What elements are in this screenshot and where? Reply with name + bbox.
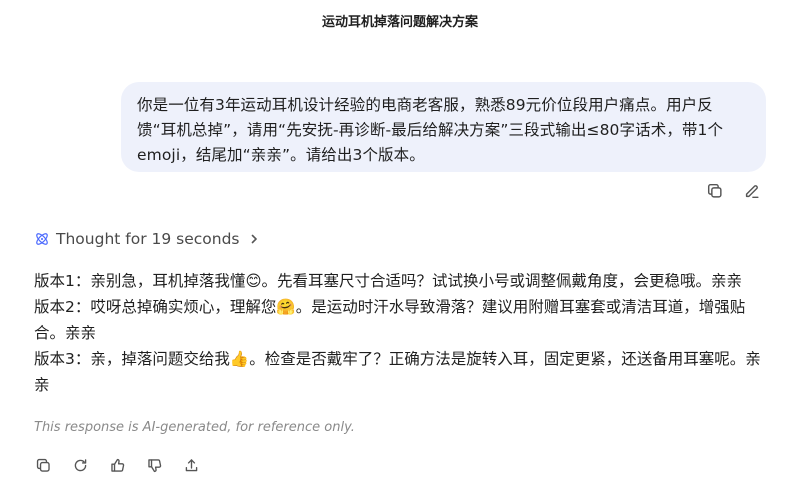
like-button[interactable]: [106, 454, 128, 476]
thought-toggle[interactable]: Thought for 19 seconds: [34, 228, 260, 250]
regenerate-button[interactable]: [69, 454, 91, 476]
hug-emoji: 🤗: [276, 298, 296, 316]
answer-version-3: 版本3：亲，掉落问题交给我👍。检查是否戴牢了？正确方法是旋转入耳，固定更紧，还送…: [34, 350, 761, 394]
thought-label: Thought for 19 seconds: [56, 230, 240, 248]
assistant-answer: 版本1：亲别急，耳机掉落我懂😊。先看耳塞尺寸合适吗？试试换小号或调整佩戴角度，会…: [34, 268, 774, 398]
user-message-text: 你是一位有3年运动耳机设计经验的电商老客服，熟悉89元价位段用户痛点。用户反馈“…: [137, 96, 724, 164]
copy-icon[interactable]: [704, 180, 726, 202]
atom-icon: [36, 233, 48, 245]
conversation-title: 运动耳机掉落问题解决方案: [321, 15, 478, 30]
refresh-icon: [74, 458, 86, 471]
chevron-right-icon: [251, 234, 257, 244]
edit-icon[interactable]: [741, 180, 763, 202]
thumbs-down-icon: [147, 458, 161, 472]
thumbs-up-icon: [110, 458, 124, 472]
thumbs-up-emoji: 👍: [229, 350, 250, 368]
ai-disclaimer: This response is AI-generated, for refer…: [34, 420, 355, 435]
user-message-bubble: 你是一位有3年运动耳机设计经验的电商老客服，熟悉89元价位段用户痛点。用户反馈“…: [121, 82, 766, 172]
copy-response-button[interactable]: [32, 454, 54, 476]
smile-emoji: 😊: [245, 272, 262, 290]
share-button[interactable]: [180, 454, 202, 476]
answer-version-1: 版本1：亲别急，耳机掉落我懂😊。先看耳塞尺寸合适吗？试试换小号或调整佩戴角度，会…: [34, 272, 743, 290]
copy-icon: [36, 458, 50, 472]
share-icon: [185, 458, 197, 471]
dislike-button[interactable]: [143, 454, 165, 476]
answer-version-2: 版本2：哎呀总掉确实烦心，理解您🤗。是运动时汗水导致滑落？建议用附赠耳塞套或清洁…: [34, 298, 746, 342]
response-actions: [32, 454, 202, 476]
